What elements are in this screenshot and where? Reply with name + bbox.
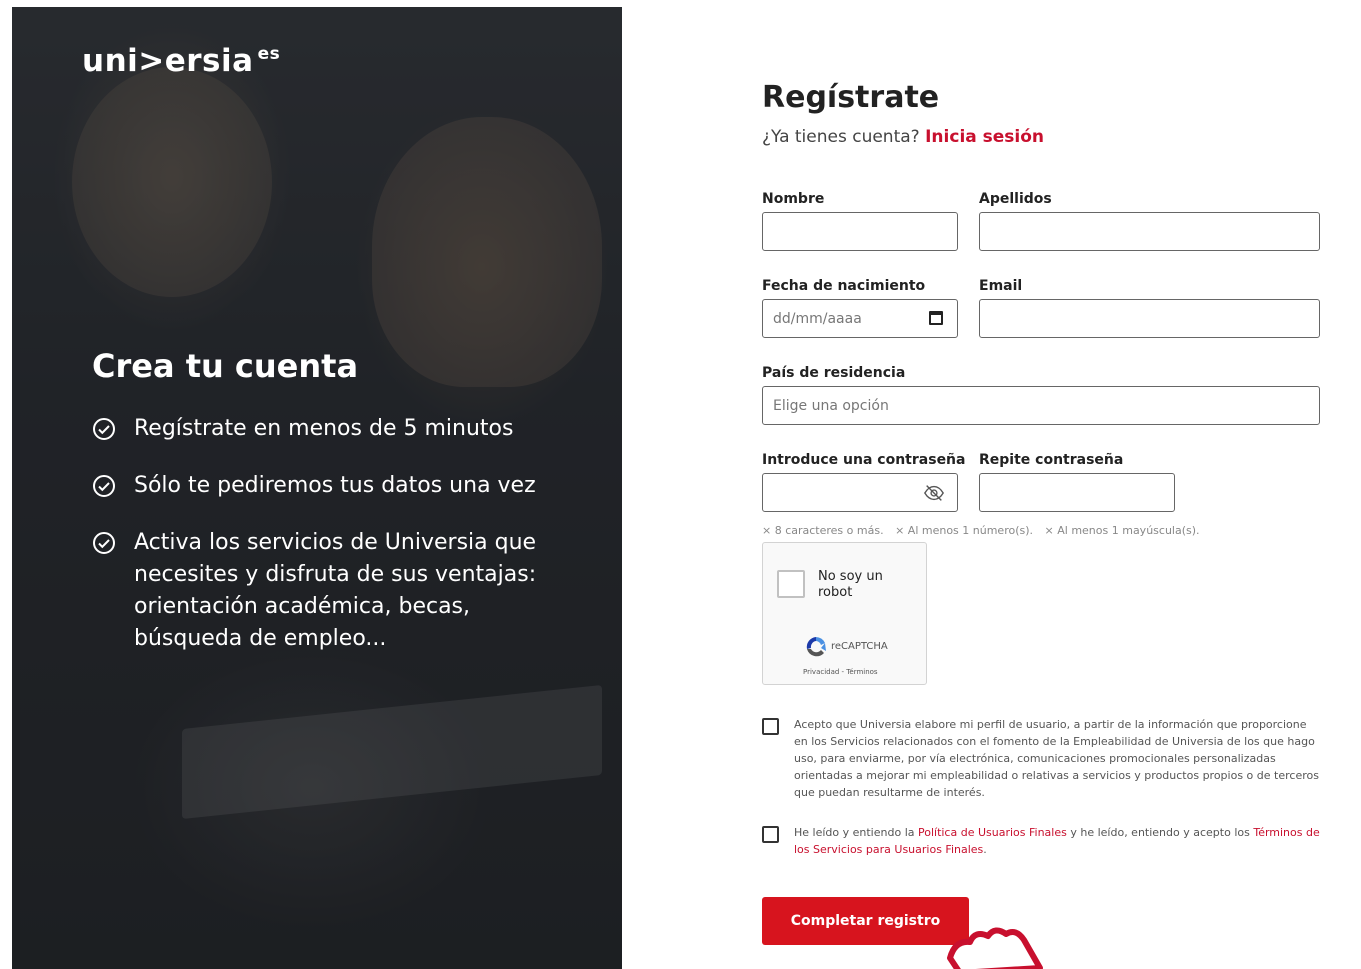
password-hint-number: × Al menos 1 número(s). [895, 524, 1034, 537]
benefits-list: Regístrate en menos de 5 minutos Sólo te… [92, 413, 562, 680]
check-circle-icon [93, 475, 115, 497]
login-link[interactable]: Inicia sesión [925, 127, 1044, 147]
eye-off-icon[interactable] [923, 484, 945, 502]
login-prompt: ¿Ya tienes cuenta? Inicia sesión [762, 127, 1322, 147]
consent-profile: Acepto que Universia elabore mi perfil d… [762, 716, 1322, 801]
politica-usuarios-link[interactable]: Política de Usuarios Finales [918, 826, 1067, 839]
password-label: Introduce una contraseña [762, 452, 966, 468]
recaptcha-widget: No soy un robot reCAPTCHA Privacidad - T… [762, 542, 927, 685]
universia-logo[interactable]: uni>ersia es [82, 43, 280, 79]
apellidos-label: Apellidos [979, 191, 1052, 207]
apellidos-input[interactable] [979, 212, 1320, 251]
recaptcha-brand: reCAPTCHA [831, 641, 888, 652]
email-input[interactable] [979, 299, 1320, 338]
recaptcha-logo-icon [806, 637, 826, 657]
pais-select[interactable]: Elige una opción [762, 386, 1320, 425]
recaptcha-links[interactable]: Privacidad - Términos [803, 668, 878, 676]
check-circle-icon [93, 418, 115, 440]
check-circle-icon [93, 532, 115, 554]
register-header: Regístrate ¿Ya tienes cuenta? Inicia ses… [762, 80, 1322, 147]
hero-panel: uni>ersia es Crea tu cuenta Regístrate en… [12, 7, 622, 969]
password-hint-length: × 8 caracteres o más. [762, 524, 884, 537]
benefit-item: Sólo te pediremos tus datos una vez [92, 470, 562, 502]
benefit-item: Activa los servicios de Universia que ne… [92, 527, 562, 655]
logo-suffix: es [257, 44, 281, 64]
calendar-icon[interactable] [929, 311, 943, 325]
consent-terms-text: He leído y entiendo la Política de Usuar… [794, 824, 1322, 858]
benefit-text: Activa los servicios de Universia que ne… [134, 530, 537, 651]
page-title: Regístrate [762, 80, 940, 115]
fecha-label: Fecha de nacimiento [762, 278, 926, 294]
login-prompt-text: ¿Ya tienes cuenta? [762, 127, 920, 147]
completar-registro-button[interactable]: Completar registro [762, 897, 969, 945]
benefit-item: Regístrate en menos de 5 minutos [92, 413, 562, 445]
nombre-label: Nombre [762, 191, 825, 207]
password-input[interactable] [762, 473, 958, 512]
fecha-nacimiento-input[interactable]: dd/mm/aaaa [762, 299, 958, 338]
fecha-placeholder: dd/mm/aaaa [773, 310, 862, 327]
password-hint-uppercase: × Al menos 1 mayúscula(s). [1044, 524, 1200, 537]
consent-profile-checkbox[interactable] [762, 718, 779, 735]
email-label: Email [979, 278, 1023, 294]
benefit-text: Sólo te pediremos tus datos una vez [134, 473, 536, 498]
pais-placeholder: Elige una opción [773, 397, 889, 414]
consent-terms-post: . [983, 843, 987, 856]
consent-terms: He leído y entiendo la Política de Usuar… [762, 824, 1322, 858]
logo-text: uni>ersia [82, 43, 254, 79]
hero-headline: Crea tu cuenta [92, 347, 359, 385]
consent-profile-text: Acepto que Universia elabore mi perfil d… [794, 718, 1319, 799]
consent-terms-mid: y he leído, entiendo y acepto los [1066, 826, 1254, 839]
consent-terms-pre: He leído y entiendo la [794, 826, 918, 839]
password-repeat-label: Repite contraseña [979, 452, 1124, 468]
password-repeat-input[interactable] [979, 473, 1175, 512]
pais-label: País de residencia [762, 365, 906, 381]
consent-terms-checkbox[interactable] [762, 826, 779, 843]
recaptcha-checkbox[interactable] [777, 570, 805, 598]
password-requirements: × 8 caracteres o más. × Al menos 1 númer… [762, 524, 1208, 537]
hand-cursor-icon [947, 927, 1043, 969]
benefit-text: Regístrate en menos de 5 minutos [134, 416, 514, 441]
nombre-input[interactable] [762, 212, 958, 251]
recaptcha-label: No soy un robot [818, 569, 883, 600]
